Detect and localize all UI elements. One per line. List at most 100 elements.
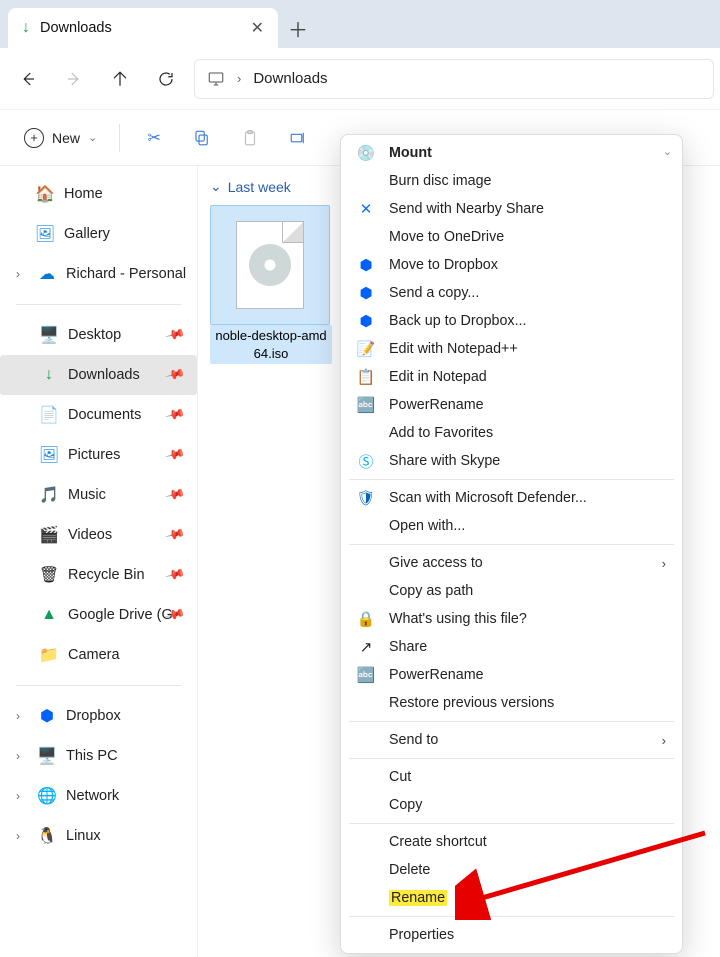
- menu-item-share[interactable]: ↗Share: [341, 633, 682, 661]
- sidebar-label: This PC: [66, 748, 118, 764]
- sidebar-item-this-pc[interactable]: ›🖥️This PC: [0, 736, 197, 776]
- menu-separator: [349, 916, 674, 917]
- menu-item-send-with-nearby-share[interactable]: ✕Send with Nearby Share: [341, 195, 682, 223]
- sidebar-item-network[interactable]: ›🌐Network: [0, 776, 197, 816]
- iso-file-icon: [236, 221, 304, 309]
- menu-item-share-with-skype[interactable]: Ⓢ Share with Skype: [341, 447, 682, 475]
- menu-item-label: Share with Skype: [389, 453, 500, 469]
- menu-item-move-to-onedrive[interactable]: Move to OneDrive: [341, 223, 682, 251]
- menu-item-label: Give access to: [389, 555, 483, 571]
- notepad-icon: 📋: [357, 368, 375, 386]
- menu-separator: [349, 479, 674, 480]
- new-tab-button[interactable]: ＋: [278, 8, 318, 48]
- download-icon: ↓: [22, 19, 30, 37]
- menu-item-label: PowerRename: [389, 397, 484, 413]
- sidebar-item-camera[interactable]: 📁Camera: [0, 635, 197, 675]
- sidebar-item-pictures[interactable]: 🖼Pictures📌: [0, 435, 197, 475]
- menu-item-burn-disc-image[interactable]: Burn disc image: [341, 167, 682, 195]
- menu-item-scan-with-microsoft-defender[interactable]: 🛡Scan with Microsoft Defender...: [341, 484, 682, 512]
- menu-separator: [349, 721, 674, 722]
- sidebar-item-google-drive-g[interactable]: ▲Google Drive (G📌: [0, 595, 197, 635]
- back-button[interactable]: [6, 57, 50, 101]
- menu-item-powerrename[interactable]: 🔤PowerRename: [341, 391, 682, 419]
- menu-item-powerrename[interactable]: 🔤PowerRename: [341, 661, 682, 689]
- menu-item-label: Cut: [389, 769, 411, 785]
- menu-item-edit-in-notepad[interactable]: 📋Edit in Notepad: [341, 363, 682, 391]
- chevron-right-icon[interactable]: ›: [16, 789, 20, 803]
- menu-item-copy[interactable]: Copy: [341, 791, 682, 819]
- menu-item-label: Mount: [389, 145, 432, 161]
- plus-circle-icon: +: [24, 128, 44, 148]
- sidebar-item-documents[interactable]: 📄Documents📌: [0, 395, 197, 435]
- pin-icon: 📌: [164, 364, 186, 386]
- chevron-right-icon[interactable]: ›: [16, 829, 20, 843]
- scissors-icon: ✂: [148, 128, 161, 148]
- menu-item-send-a-copy[interactable]: ⬢Send a copy...: [341, 279, 682, 307]
- sidebar-separator: [16, 685, 181, 686]
- menu-item-back-up-to-dropbox[interactable]: ⬢Back up to Dropbox...: [341, 307, 682, 335]
- pin-icon: 📌: [164, 564, 186, 586]
- menu-item-copy-as-path[interactable]: Copy as path: [341, 577, 682, 605]
- sidebar-item-onedrive[interactable]: › ☁ Richard - Personal: [0, 254, 197, 294]
- sidebar-item-gallery[interactable]: 🖼 Gallery: [0, 214, 197, 254]
- sidebar-item-home[interactable]: 🏠 Home: [0, 174, 197, 214]
- chevron-right-icon[interactable]: ›: [16, 749, 20, 763]
- new-button[interactable]: + New ⌄: [14, 122, 107, 154]
- sidebar-item-music[interactable]: 🎵Music📌: [0, 475, 197, 515]
- menu-item-give-access-to[interactable]: Give access to›: [341, 549, 682, 577]
- sidebar-item-recycle-bin[interactable]: 🗑Recycle Bin📌: [0, 555, 197, 595]
- sidebar-item-linux[interactable]: › 🐧 Linux: [0, 816, 197, 856]
- skype-icon: Ⓢ: [357, 452, 375, 470]
- sidebar-label: Linux: [66, 828, 101, 844]
- up-button[interactable]: [98, 57, 142, 101]
- tab-downloads[interactable]: ↓ Downloads ✕: [8, 8, 278, 48]
- menu-item-add-to-favorites[interactable]: Add to Favorites: [341, 419, 682, 447]
- gallery-icon: 🖼: [36, 225, 54, 243]
- menu-item-properties[interactable]: Properties: [341, 921, 682, 949]
- disc-icon: 💿: [357, 144, 375, 162]
- close-tab-button[interactable]: ✕: [251, 18, 264, 38]
- folder-icon: 📁: [40, 646, 58, 664]
- sidebar-item-downloads[interactable]: ↓Downloads📌: [0, 355, 197, 395]
- chevron-right-icon[interactable]: ›: [16, 267, 20, 281]
- address-path: Downloads: [253, 70, 327, 87]
- downloads-icon: ↓: [40, 366, 58, 384]
- linux-icon: 🐧: [38, 827, 56, 845]
- menu-item-mount[interactable]: 💿 Mount: [341, 139, 682, 167]
- rename-button[interactable]: [276, 118, 320, 158]
- menu-item-label: Rename: [389, 890, 447, 906]
- clipboard-icon: [241, 129, 259, 147]
- menu-item-rename[interactable]: Rename: [341, 884, 682, 912]
- menu-item-what-s-using-this-file[interactable]: 🔒What's using this file?: [341, 605, 682, 633]
- menu-item-label: Back up to Dropbox...: [389, 313, 526, 329]
- npp-icon: 📝: [357, 340, 375, 358]
- cut-button[interactable]: ✂: [132, 118, 176, 158]
- menu-item-open-with[interactable]: Open with...: [341, 512, 682, 540]
- sidebar-item-desktop[interactable]: 🖥️Desktop📌: [0, 315, 197, 355]
- file-item[interactable]: noble-desktop-amd64.iso: [210, 205, 332, 364]
- menu-item-delete[interactable]: Delete: [341, 856, 682, 884]
- sidebar-item-dropbox[interactable]: ›⬢Dropbox: [0, 696, 197, 736]
- menu-item-send-to[interactable]: Send to›: [341, 726, 682, 754]
- menu-item-create-shortcut[interactable]: Create shortcut: [341, 828, 682, 856]
- menu-item-label: PowerRename: [389, 667, 484, 683]
- forward-button[interactable]: [52, 57, 96, 101]
- context-menu: ⌄ 💿MountBurn disc image✕Send with Nearby…: [340, 134, 683, 954]
- refresh-button[interactable]: [144, 57, 188, 101]
- arrow-right-icon: [65, 70, 83, 88]
- toolbar-separator: [119, 124, 120, 152]
- sidebar-item-videos[interactable]: 🎬Videos📌: [0, 515, 197, 555]
- sidebar-label: Videos: [68, 527, 112, 543]
- copy-button[interactable]: [180, 118, 224, 158]
- chevron-right-icon[interactable]: ›: [16, 709, 20, 723]
- menu-item-label: Scan with Microsoft Defender...: [389, 490, 587, 506]
- cloud-icon: ☁: [38, 265, 56, 283]
- menu-item-cut[interactable]: Cut: [341, 763, 682, 791]
- menu-separator: [349, 544, 674, 545]
- paste-button[interactable]: [228, 118, 272, 158]
- sidebar-label: Network: [66, 788, 119, 804]
- address-bar[interactable]: › Downloads: [194, 59, 714, 99]
- menu-item-restore-previous-versions[interactable]: Restore previous versions: [341, 689, 682, 717]
- menu-item-edit-with-notepad[interactable]: 📝Edit with Notepad++: [341, 335, 682, 363]
- menu-item-move-to-dropbox[interactable]: ⬢Move to Dropbox: [341, 251, 682, 279]
